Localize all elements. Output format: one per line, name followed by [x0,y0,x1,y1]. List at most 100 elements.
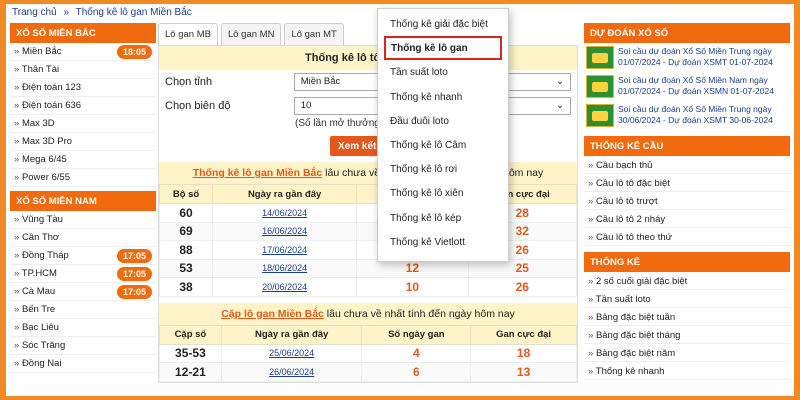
gan-max-cell: 13 [470,362,577,382]
tab-lo-gan-mb[interactable]: Lô gan MB [158,23,218,45]
date-link[interactable]: 16/06/2024 [212,221,358,241]
xsmn-header: XỔ SỐ MIỀN NAM [10,191,156,211]
column-header: Ngày ra gần đây [212,184,358,204]
sidebar-item[interactable]: Bến Tre [10,301,156,319]
breadcrumb-current[interactable]: Thống kê lô gan Miền Bắc [76,7,192,18]
breadcrumb-home[interactable]: Trang chủ [12,7,57,18]
column-header: Cặp số [159,324,222,345]
stats-dropdown-menu: Thống kê giải đặc biệt Thống kê lô gan Tần… [377,8,509,262]
date-link[interactable]: 17/06/2024 [212,240,358,260]
dropdown-menu-item[interactable]: Thống kê lô xiên [378,181,508,205]
sidebar-item[interactable]: Max 3D [10,115,156,133]
dropdown-menu-item[interactable]: Thống kê lô kép [378,206,508,230]
number-cell: 35-53 [159,343,222,363]
sidebar-item[interactable]: Đồng Nai [10,355,156,373]
sidebar-link[interactable]: Thống kê nhanh [584,362,790,380]
sidebar-item-label: Miền Bắc [14,46,62,57]
sidebar-item[interactable]: Sóc Trăng [10,337,156,355]
sidebar-item[interactable]: Power 6/55 [10,169,156,187]
sidebar-link[interactable]: Cầu lô tô 2 nháy [584,210,790,228]
thumbnail-graphic [592,110,608,121]
news-item[interactable]: Soi cầu dự đoán Xổ Số Miền Trung ngày 30… [584,101,790,130]
sidebar-item[interactable]: TP.HCM 17:05 [10,265,156,283]
news-item[interactable]: Soi cầu dự đoán Xổ Số Miền Trung ngày 01… [584,43,790,72]
date-link[interactable]: 18/06/2024 [212,258,358,278]
cau-list: Cầu bạch thủCầu lô tô đặc biệtCầu lô tô … [584,156,790,246]
dropdown-menu-item[interactable]: Thống kê giải đặc biệt [378,12,508,36]
dropdown-menu-item[interactable]: Thống kê nhanh [378,85,508,109]
column-header: Số ngày gan [361,324,472,345]
date-link[interactable]: 14/06/2024 [212,203,358,223]
sidebar-item[interactable]: Vũng Tàu [10,211,156,229]
section-lo-gan-link[interactable]: Thống kê lô gan Miền Bắc [193,167,323,179]
dropdown-menu-item[interactable]: Đầu đuôi loto [378,109,508,133]
section-cap-lo-gan-suffix: lâu chưa về nhất tính đến ngày hôm nay [326,307,515,320]
table-row: 12-21 26/06/2024 6 13 [159,362,577,382]
sidebar-item[interactable]: Cần Thơ [10,229,156,247]
sidebar-link[interactable]: Cầu lô tô theo thứ [584,228,790,246]
time-badge: 17:05 [116,266,152,281]
tab-lo-gan-mt[interactable]: Lô gan MT [284,23,344,45]
sidebar-link[interactable]: Cầu bạch thủ [584,156,790,174]
dropdown-menu-item[interactable]: Thống kê lô gan [384,36,502,61]
news-link[interactable]: Soi cầu dự đoán Xổ Số Miền Trung ngày 30… [618,104,788,127]
date-link[interactable]: 26/06/2024 [220,362,363,382]
number-cell: 53 [158,258,214,278]
tk-list: 2 số cuối giải đặc biệtTần suất lotoBảng… [584,272,790,380]
sidebar-item-label: Bạc Liêu [14,322,59,333]
thumbnail-graphic [592,81,608,92]
sidebar-item[interactable]: Mega 6/45 [10,151,156,169]
sidebar-item[interactable]: Miền Bắc 18:05 [10,43,156,61]
news-link[interactable]: Soi cầu dự đoán Xổ Số Miền Trung ngày 01… [618,46,788,69]
breadcrumb-separator: » [63,7,69,18]
time-badge: 17:05 [116,248,152,263]
dropdown-menu-item[interactable]: Thống kê Vietlott [378,230,508,254]
table-row: 8817/06/20241026 [158,240,578,260]
date-link[interactable]: 20/06/2024 [212,277,358,297]
sidebar-link[interactable]: Tần suất loto [584,290,790,308]
xsmb-list: Miền Bắc 18:05 Thần Tài Điện toán 123 Điện t… [10,43,156,187]
news-link[interactable]: Soi cầu dự đoán Xổ Số Miền Nam ngày 01/0… [618,75,788,98]
sidebar-item[interactable]: Max 3D Pro [10,133,156,151]
sidebar-link[interactable]: 2 số cuối giải đặc biệt [584,272,790,290]
predict-header: DỰ ĐOÁN XỔ SỐ [584,23,790,43]
news-list: Soi cầu dự đoán Xổ Số Miền Trung ngày 01… [584,43,790,130]
section-lo-gan-title: Thống kê lô gan Miền Bắc lâu chưa về hôm… [159,162,577,184]
date-link[interactable]: 25/06/2024 [220,343,363,363]
dropdown-menu-item[interactable]: Thống kê lô rơi [378,157,508,181]
sidebar-item[interactable]: Bạc Liêu [10,319,156,337]
number-cell: 38 [158,277,214,297]
sidebar-item[interactable]: Điện toán 636 [10,97,156,115]
section-cap-lo-gan-link[interactable]: Cặp lô gan Miền Bắc [221,308,324,320]
xsmb-header: XỔ SỐ MIỀN BẮC [10,23,156,43]
section-lo-gan-tail: hôm nay [502,167,544,179]
breadcrumb: Trang chủ » Thống kê lô gan Miền Bắc [12,7,196,18]
sidebar-link[interactable]: Cầu lô tô đặc biệt [584,174,790,192]
right-sidebar: DỰ ĐOÁN XỔ SỐ Soi cầu dự đoán Xổ Số Miền… [584,23,790,380]
chevron-down-icon: ⌄ [556,100,564,111]
dropdown-menu-item[interactable]: Thống kê lô Câm [378,133,508,157]
sidebar-item-label: Cần Thơ [14,232,59,243]
range-label: Chọn biên độ [165,100,231,112]
sidebar-item[interactable]: Điện toán 123 [10,79,156,97]
sidebar-item-label: Đồng Tháp [14,250,69,261]
sidebar-item-label: Điện toán 636 [14,100,81,111]
sidebar-link[interactable]: Bảng đặc biệt năm [584,344,790,362]
table-row: 35-53 25/06/2024 4 18 [159,343,577,363]
sidebar-item[interactable]: Thần Tài [10,61,156,79]
news-thumbnail [586,46,614,69]
sidebar-link[interactable]: Bảng đặc biệt tuần [584,308,790,326]
sidebar-item[interactable]: Đồng Tháp 17:05 [10,247,156,265]
sidebar-link[interactable]: Cầu lô tô trượt [584,192,790,210]
sidebar-item-label: TP.HCM [14,268,57,279]
number-cell: 60 [158,203,214,223]
tab-lo-gan-mn[interactable]: Lô gan MN [220,23,282,45]
tab-bar: Lô gan MB Lô gan MN Lô gan MT [158,23,578,45]
chevron-down-icon: ⌄ [556,76,564,87]
news-item[interactable]: Soi cầu dự đoán Xổ Số Miền Nam ngày 01/0… [584,72,790,101]
sidebar-link[interactable]: Bảng đặc biệt tháng [584,326,790,344]
sidebar-item-label: Max 3D Pro [14,136,72,147]
dropdown-menu-item[interactable]: Tần suất loto [378,60,508,84]
sidebar-item[interactable]: Cà Mau 17:05 [10,283,156,301]
sidebar-item-label: Cà Mau [14,286,55,297]
